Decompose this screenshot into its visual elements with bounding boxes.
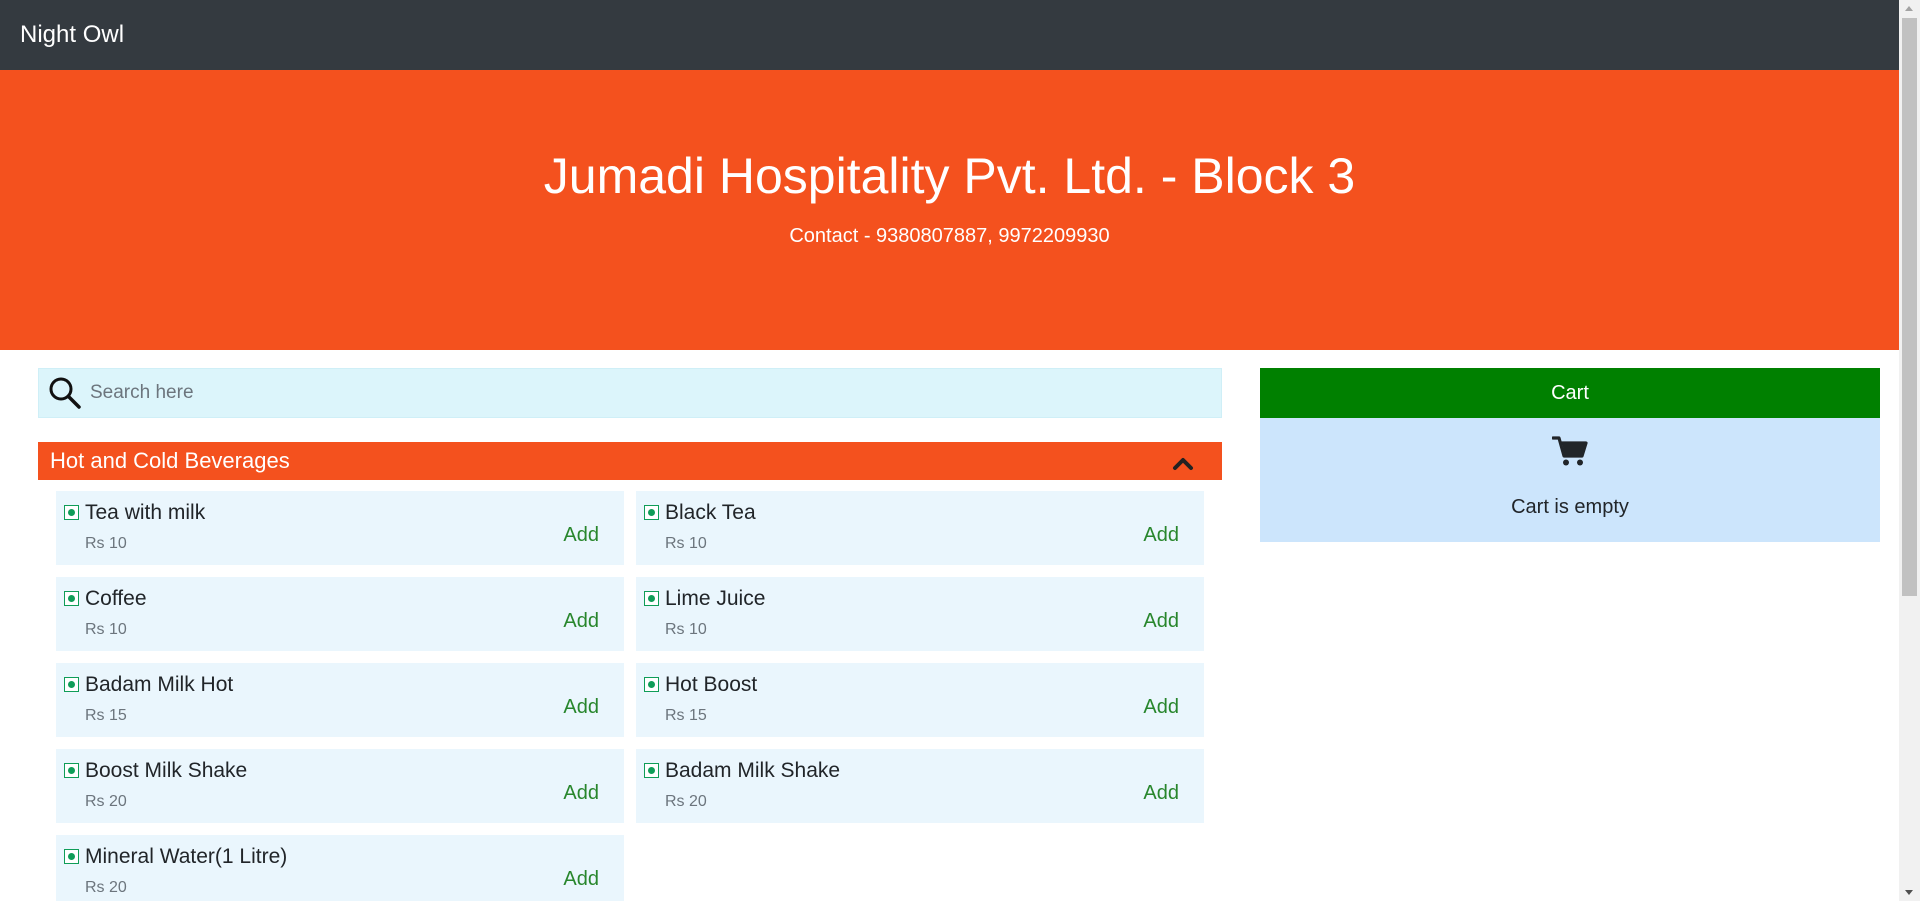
scrollbar-thumb[interactable] [1902, 18, 1917, 596]
search-input[interactable] [90, 382, 1190, 404]
menu-item-card: Boost Milk Shake Rs 20 Add [56, 749, 624, 823]
scroll-up-arrow-icon[interactable] [1905, 6, 1913, 11]
veg-indicator-icon [644, 591, 659, 606]
navbar: Night Owl [0, 0, 1899, 70]
menu-item-card: Badam Milk Shake Rs 20 Add [636, 749, 1204, 823]
menu-item-card: Tea with milk Rs 10 Add [56, 491, 624, 565]
category-header[interactable]: Hot and Cold Beverages [38, 442, 1222, 480]
item-price: Rs 10 [665, 535, 707, 552]
item-name: Lime Juice [665, 587, 766, 610]
cart-empty-text: Cart is empty [1511, 496, 1629, 518]
item-price: Rs 10 [85, 535, 127, 552]
cart-header: Cart [1260, 368, 1880, 418]
scroll-down-arrow-icon[interactable] [1905, 890, 1913, 895]
contact-info: Contact - 9380807887, 9972209930 [789, 225, 1110, 247]
item-price: Rs 20 [85, 793, 127, 810]
add-to-cart-button[interactable]: Add [1143, 610, 1179, 633]
add-to-cart-button[interactable]: Add [1143, 524, 1179, 547]
item-price: Rs 10 [85, 621, 127, 638]
menu-item-card: Badam Milk Hot Rs 15 Add [56, 663, 624, 737]
veg-indicator-icon [64, 763, 79, 778]
add-to-cart-button[interactable]: Add [563, 696, 599, 719]
chevron-up-icon[interactable] [1172, 455, 1194, 471]
item-name: Mineral Water(1 Litre) [85, 845, 288, 868]
search-icon [49, 377, 81, 409]
item-name: Badam Milk Hot [85, 673, 234, 696]
cart-title: Cart [1551, 381, 1589, 404]
item-name: Badam Milk Shake [665, 759, 841, 782]
add-to-cart-button[interactable]: Add [1143, 696, 1179, 719]
item-name: Black Tea [665, 501, 756, 524]
brand-name[interactable]: Night Owl [20, 21, 124, 49]
item-price: Rs 20 [665, 793, 707, 810]
item-price: Rs 15 [665, 707, 707, 724]
add-to-cart-button[interactable]: Add [563, 610, 599, 633]
menu-item-card: Coffee Rs 10 Add [56, 577, 624, 651]
page-scrollbar[interactable] [1899, 0, 1920, 901]
item-price: Rs 20 [85, 879, 127, 896]
category-title: Hot and Cold Beverages [50, 448, 290, 473]
add-to-cart-button[interactable]: Add [1143, 782, 1179, 805]
menu-item-card: Mineral Water(1 Litre) Rs 20 Add [56, 835, 624, 901]
item-name: Tea with milk [85, 501, 206, 524]
item-price: Rs 10 [665, 621, 707, 638]
veg-indicator-icon [644, 677, 659, 692]
restaurant-title: Jumadi Hospitality Pvt. Ltd. - Block 3 [543, 148, 1356, 204]
item-name: Boost Milk Shake [85, 759, 248, 782]
menu-item-card: Lime Juice Rs 10 Add [636, 577, 1204, 651]
veg-indicator-icon [64, 505, 79, 520]
cart-panel: Cart is empty [1260, 418, 1880, 542]
add-to-cart-button[interactable]: Add [563, 868, 599, 891]
item-name: Coffee [85, 587, 147, 610]
veg-indicator-icon [644, 763, 659, 778]
menu-item-card: Black Tea Rs 10 Add [636, 491, 1204, 565]
item-price: Rs 15 [85, 707, 127, 724]
search-bar [38, 368, 1222, 418]
restaurant-banner: Jumadi Hospitality Pvt. Ltd. - Block 3 C… [0, 70, 1899, 350]
add-to-cart-button[interactable]: Add [563, 782, 599, 805]
item-name: Hot Boost [665, 673, 758, 696]
veg-indicator-icon [64, 677, 79, 692]
add-to-cart-button[interactable]: Add [563, 524, 599, 547]
veg-indicator-icon [644, 505, 659, 520]
menu-item-card: Hot Boost Rs 15 Add [636, 663, 1204, 737]
veg-indicator-icon [64, 849, 79, 864]
cart-icon [1551, 436, 1588, 466]
veg-indicator-icon [64, 591, 79, 606]
